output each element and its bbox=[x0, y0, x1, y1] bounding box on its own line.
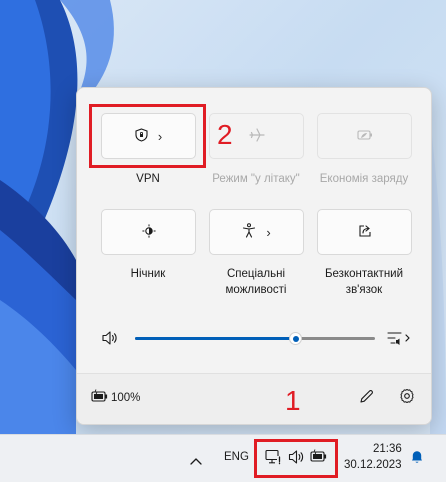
speaker-icon[interactable] bbox=[101, 330, 119, 351]
airplane-mode-label: Режим "у літаку" bbox=[212, 173, 300, 185]
nearby-share-tile[interactable] bbox=[317, 209, 412, 255]
accessibility-tile[interactable]: › bbox=[209, 209, 304, 255]
edit-pencil-icon[interactable] bbox=[359, 389, 374, 409]
taskbar-clock-time[interactable]: 21:36 bbox=[373, 443, 402, 455]
airplane-icon bbox=[248, 127, 265, 145]
vpn-label: VPN bbox=[136, 173, 160, 185]
nearby-share-icon bbox=[358, 224, 372, 241]
night-light-tile[interactable] bbox=[101, 209, 196, 255]
night-light-icon bbox=[141, 223, 156, 241]
accessibility-label: Спеціальні можливості bbox=[196, 266, 316, 298]
chevron-right-icon[interactable]: › bbox=[266, 225, 270, 240]
nearby-share-label-line2: зв'язок bbox=[345, 284, 383, 296]
battery-saver-label: Економія заряду bbox=[319, 173, 409, 185]
quick-settings-footer: 100% bbox=[77, 373, 431, 424]
battery-percentage[interactable]: 100% bbox=[111, 392, 140, 404]
audio-output-icon[interactable] bbox=[387, 329, 411, 352]
accessibility-label-line1: Спеціальні bbox=[226, 268, 286, 280]
settings-gear-icon[interactable] bbox=[399, 388, 415, 409]
battery-charging-icon bbox=[91, 389, 109, 408]
battery-saver-tile[interactable] bbox=[317, 113, 412, 159]
volume-row bbox=[101, 328, 411, 348]
taskbar: ENG 21:36 30.12.2023 bbox=[0, 434, 446, 482]
annotation-box-1 bbox=[254, 439, 338, 478]
nearby-share-label-line1: Безконтактний bbox=[324, 268, 404, 280]
nearby-share-label: Безконтактний зв'язок bbox=[304, 266, 424, 298]
volume-slider-thumb[interactable] bbox=[289, 332, 303, 345]
volume-slider-fill bbox=[135, 337, 296, 340]
annotation-number-1: 1 bbox=[285, 385, 301, 416]
accessibility-label-line2: можливості bbox=[225, 284, 287, 296]
annotation-number-2: 2 bbox=[217, 119, 233, 150]
language-indicator[interactable]: ENG bbox=[224, 451, 249, 463]
taskbar-clock-date[interactable]: 30.12.2023 bbox=[344, 459, 402, 471]
volume-slider[interactable] bbox=[135, 332, 375, 345]
night-light-label: Нічник bbox=[130, 268, 166, 280]
battery-saver-icon bbox=[356, 128, 373, 144]
annotation-box-2 bbox=[89, 104, 206, 168]
chevron-up-icon[interactable] bbox=[190, 452, 202, 470]
notification-bell-icon[interactable] bbox=[410, 449, 424, 470]
accessibility-icon bbox=[242, 223, 256, 241]
